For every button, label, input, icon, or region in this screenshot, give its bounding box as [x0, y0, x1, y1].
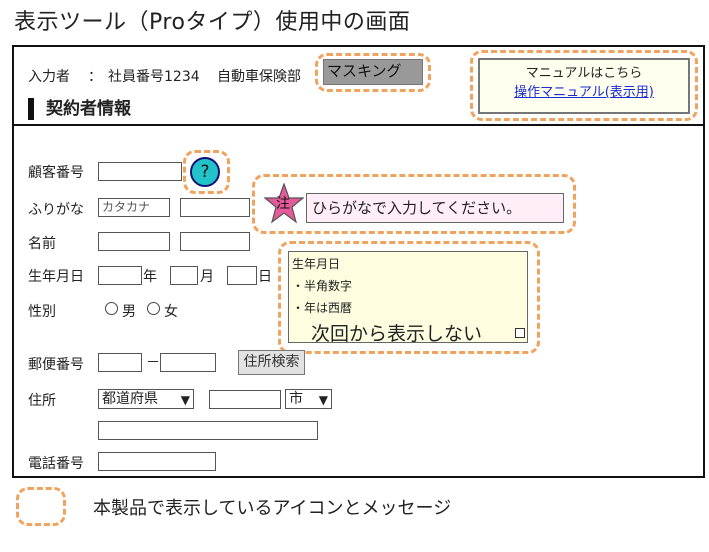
note-highlight	[252, 174, 576, 234]
first-name-input[interactable]	[180, 232, 250, 251]
name-label: 名前	[28, 236, 56, 252]
address-detail-input[interactable]	[98, 421, 318, 440]
city-input[interactable]	[209, 390, 281, 409]
birth-day-input[interactable]	[227, 266, 257, 285]
masking-highlight	[315, 53, 431, 92]
last-name-input[interactable]	[98, 232, 170, 251]
month-unit: 月	[200, 269, 214, 285]
postal-dash: －	[146, 355, 160, 371]
chevron-down-icon: ▼	[318, 393, 328, 407]
customer-number-input[interactable]	[98, 162, 182, 181]
gender-female-radio[interactable]	[147, 302, 160, 315]
address-label: 住所	[28, 393, 56, 409]
furigana-first-input[interactable]	[180, 198, 250, 217]
gender-male-label: 男	[122, 304, 136, 320]
prefecture-select-value: 都道府県	[102, 391, 158, 407]
furigana-last-input[interactable]: カタカナ	[98, 198, 170, 217]
page-title: 表示ツール（Proタイプ）使用中の画面	[14, 10, 411, 35]
help-highlight	[183, 150, 230, 194]
header-divider	[12, 124, 705, 126]
furigana-label: ふりがな	[28, 202, 84, 218]
birth-year-input[interactable]	[98, 266, 142, 285]
department-name: 自動車保険部	[217, 69, 301, 85]
birth-month-input[interactable]	[170, 266, 198, 285]
address-search-button[interactable]: 住所検索	[238, 350, 305, 375]
section-title: 契約者情報	[28, 98, 131, 120]
legend-text: 本製品で表示しているアイコンとメッセージ	[93, 498, 452, 519]
city-select-value: 市	[289, 391, 303, 407]
phone-input[interactable]	[98, 452, 216, 471]
postal-first-input[interactable]	[98, 353, 142, 372]
customer-number-label: 顧客番号	[28, 165, 84, 181]
postal-label: 郵便番号	[28, 357, 84, 373]
birth-label: 生年月日	[28, 269, 84, 285]
gender-male-radio[interactable]	[105, 302, 118, 315]
postal-second-input[interactable]	[160, 353, 216, 372]
tip-highlight	[278, 241, 540, 354]
employee-number: 社員番号1234	[108, 69, 200, 85]
phone-label: 電話番号	[28, 456, 84, 472]
gender-female-label: 女	[164, 304, 178, 320]
day-unit: 日	[258, 269, 272, 285]
user-label: 入力者	[28, 69, 70, 85]
legend-swatch	[16, 487, 66, 526]
prefecture-select[interactable]: 都道府県 ▼	[98, 389, 194, 409]
user-separator: ：	[88, 69, 102, 85]
city-select[interactable]: 市 ▼	[285, 389, 332, 409]
manual-highlight	[470, 50, 698, 121]
year-unit: 年	[143, 269, 157, 285]
gender-label: 性別	[28, 304, 56, 320]
chevron-down-icon: ▼	[180, 393, 190, 407]
